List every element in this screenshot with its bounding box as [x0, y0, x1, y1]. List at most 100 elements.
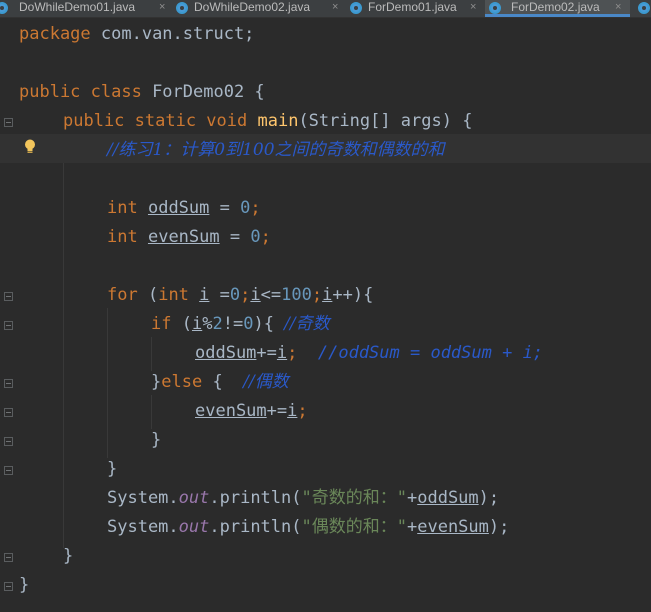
number: 0	[229, 285, 241, 305]
keyword: int	[158, 285, 189, 305]
semicolon: ;	[240, 285, 251, 305]
code-line-16: }	[107, 459, 118, 479]
close-icon[interactable]: ×	[615, 0, 621, 15]
package-name: com.van.struct;	[90, 24, 255, 44]
tab-label: DoWhileDemo01.java	[19, 0, 136, 14]
close-icon[interactable]: ×	[332, 0, 338, 15]
comment: //oddSum = oddSum + i;	[317, 343, 544, 363]
tab-dowhiledemo01[interactable]: DoWhileDemo01.java ×	[0, 0, 172, 17]
variable: oddSum	[195, 343, 257, 363]
code-line-10: for (int i =0;i<=100;i++){	[107, 281, 373, 310]
java-class-icon	[350, 2, 362, 14]
java-class-icon	[176, 2, 188, 14]
code-editor[interactable]: package com.van.struct; public class For…	[0, 18, 651, 612]
code-line-18: System.out.println("偶数的和："+evenSum);	[107, 513, 509, 542]
semicolon: ;	[311, 285, 323, 305]
method-call: .println(	[209, 488, 302, 508]
code-line-5: //练习1：计算0到100之间的奇数和偶数的和	[107, 136, 445, 165]
variable: evenSum	[147, 227, 220, 247]
code-line-4: public static void main(String[] args) {	[63, 107, 472, 136]
variable: i	[199, 285, 210, 305]
operator: +	[406, 517, 418, 537]
code-line-12: oddSum+=i; //oddSum = oddSum + i;	[195, 339, 543, 368]
code-line-19: }	[63, 546, 74, 566]
fold-marker-icon[interactable]	[4, 118, 13, 127]
tab-overflow[interactable]	[630, 0, 651, 17]
tab-fordemo01[interactable]: ForDemo01.java ×	[346, 0, 485, 17]
paren: );	[488, 517, 510, 537]
indent-guide	[107, 308, 108, 458]
operator: =	[209, 285, 230, 305]
number: 0	[240, 198, 251, 218]
fold-marker-icon[interactable]	[4, 582, 13, 591]
operator: =	[219, 227, 251, 247]
keyword: package	[19, 24, 91, 44]
semicolon: ;	[287, 343, 318, 363]
variable: i	[322, 285, 333, 305]
code-line-13: }else { //偶数	[151, 368, 289, 397]
string-literal: "偶数的和："	[301, 517, 407, 537]
brace: {	[202, 372, 244, 392]
fold-marker-icon[interactable]	[4, 408, 13, 417]
semicolon: ;	[260, 227, 271, 247]
string-literal: "奇数的和："	[301, 488, 407, 508]
keyword: else	[161, 372, 203, 392]
keyword: if	[151, 314, 172, 334]
fold-marker-icon[interactable]	[4, 379, 13, 388]
number: 0	[250, 227, 261, 247]
code-line-20: }	[19, 575, 30, 595]
paren: );	[478, 488, 500, 508]
code-line-7: int oddSum = 0;	[107, 194, 261, 223]
tab-fordemo02[interactable]: ForDemo02.java ×	[485, 0, 630, 17]
fold-marker-icon[interactable]	[4, 466, 13, 475]
keyword: public static void	[63, 111, 248, 131]
code-line-3: public class ForDemo02 {	[19, 78, 265, 107]
comment: //练习1：计算0到100之间的奇数和偶数的和	[107, 140, 445, 160]
operator: <=	[260, 285, 282, 305]
fold-marker-icon[interactable]	[4, 321, 13, 330]
number: 100	[281, 285, 312, 305]
static-field: out	[178, 517, 210, 537]
operator: +	[406, 488, 418, 508]
semicolon: ;	[250, 198, 261, 218]
keyword: int	[107, 198, 138, 218]
keyword: for	[107, 285, 138, 305]
tab-label: ForDemo01.java	[368, 0, 457, 14]
fold-marker-icon[interactable]	[4, 437, 13, 446]
keyword: public class	[19, 82, 142, 102]
variable: evenSum	[195, 401, 267, 421]
fold-marker-icon[interactable]	[4, 553, 13, 562]
code-line-17: System.out.println("奇数的和："+oddSum);	[107, 484, 499, 513]
variable: i	[250, 285, 261, 305]
method-signature: (String[] args) {	[298, 111, 473, 131]
fold-marker-icon[interactable]	[4, 292, 13, 301]
method-name: main	[257, 111, 299, 131]
indent-guide	[151, 337, 152, 371]
variable: i	[287, 401, 298, 421]
operator: =	[209, 198, 241, 218]
close-icon[interactable]: ×	[159, 0, 165, 15]
java-class-icon	[489, 2, 501, 14]
close-icon[interactable]: ×	[470, 0, 476, 15]
indent-guide	[63, 163, 64, 548]
operator: +=	[256, 343, 277, 363]
tab-dowhiledemo02[interactable]: DoWhileDemo02.java ×	[172, 0, 346, 17]
variable: evenSum	[417, 517, 489, 537]
tab-label: ForDemo02.java	[511, 0, 600, 14]
static-field: out	[178, 488, 210, 508]
tab-label: DoWhileDemo02.java	[194, 0, 311, 14]
semicolon: ;	[297, 401, 308, 421]
paren: ){	[253, 314, 285, 334]
code-line-1: package com.van.struct;	[19, 20, 254, 49]
variable: i	[276, 343, 288, 363]
operator: %	[202, 314, 213, 334]
paren: (	[137, 285, 159, 305]
brace: }	[151, 372, 162, 392]
lightbulb-icon[interactable]	[24, 139, 36, 154]
class-declaration: ForDemo02 {	[141, 82, 265, 102]
indent-guide	[151, 395, 152, 429]
code-line-8: int evenSum = 0;	[107, 223, 271, 252]
code-line-11: if (i%2!=0){ //奇数	[151, 310, 330, 339]
number: 0	[243, 314, 254, 334]
variable: i	[191, 314, 203, 334]
